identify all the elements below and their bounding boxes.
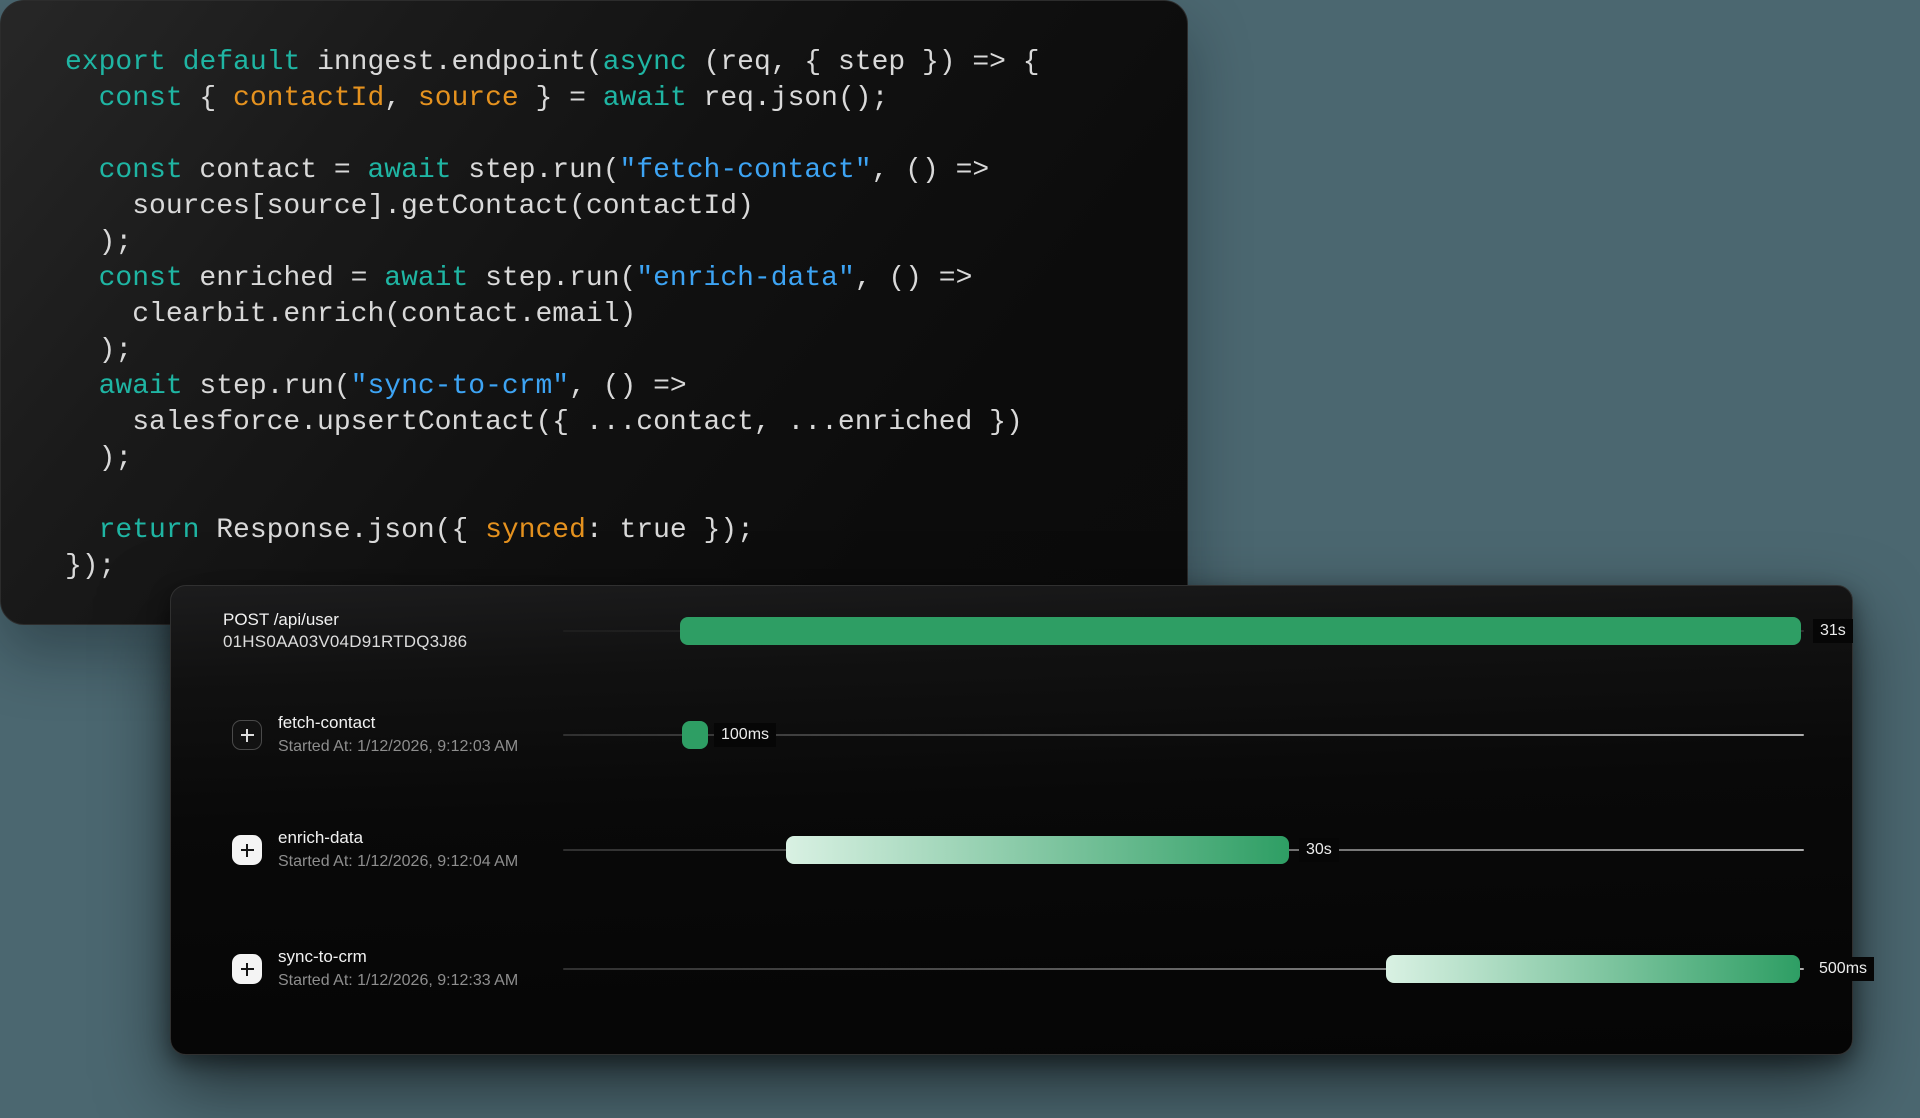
plus-icon [241,963,254,976]
code-line: const { contactId, source } = await req.… [65,81,1187,117]
page: export default inngest.endpoint(async (r… [0,0,1920,1118]
root-duration-label: 31s [1813,619,1853,643]
trace-timeline-panel: 31s POST /api/user 01HS0AA03V04D91RTDQ3J… [170,585,1853,1055]
step-duration-label: 100ms [714,723,776,747]
trace-root-row: 31s POST /api/user 01HS0AA03V04D91RTDQ3J… [171,591,1852,671]
run-id: 01HS0AA03V04D91RTDQ3J86 [223,631,467,653]
code-line: }); [65,549,1187,585]
plus-icon [241,844,254,857]
request-meta: POST /api/user 01HS0AA03V04D91RTDQ3J86 [223,609,467,653]
step-started-at: Started At: 1/12/2026, 9:12:33 AM [278,970,518,992]
step-meta: enrich-data Started At: 1/12/2026, 9:12:… [278,827,518,873]
expand-step-button[interactable] [232,954,262,984]
step-span-bar[interactable] [1386,955,1800,983]
code-line: ); [65,225,1187,261]
code-line: salesforce.upsertContact({ ...contact, .… [65,405,1187,441]
trace-step-row: sync-to-crm Started At: 1/12/2026, 9:12:… [171,929,1852,1009]
step-started-at: Started At: 1/12/2026, 9:12:04 AM [278,851,518,873]
step-meta: fetch-contact Started At: 1/12/2026, 9:1… [278,712,518,758]
step-span-bar[interactable] [786,836,1289,864]
code-line: const enriched = await step.run("enrich-… [65,261,1187,297]
root-span-bar[interactable] [680,617,1801,645]
code-block: export default inngest.endpoint(async (r… [1,1,1187,585]
code-line: ); [65,441,1187,477]
trace-step-row: enrich-data Started At: 1/12/2026, 9:12:… [171,810,1852,890]
code-line: clearbit.enrich(contact.email) [65,297,1187,333]
trace-step-row: fetch-contact Started At: 1/12/2026, 9:1… [171,695,1852,775]
expand-step-button[interactable] [232,835,262,865]
code-line: export default inngest.endpoint(async (r… [65,45,1187,81]
step-name: fetch-contact [278,712,518,734]
step-duration-label: 500ms [1812,957,1874,981]
code-line [65,477,1187,513]
step-name: sync-to-crm [278,946,518,968]
step-span-bar[interactable] [682,721,708,749]
code-line: sources[source].getContact(contactId) [65,189,1187,225]
step-meta: sync-to-crm Started At: 1/12/2026, 9:12:… [278,946,518,992]
code-line: ); [65,333,1187,369]
step-duration-label: 30s [1299,838,1339,862]
code-line: const contact = await step.run("fetch-co… [65,153,1187,189]
step-started-at: Started At: 1/12/2026, 9:12:03 AM [278,736,518,758]
code-editor-panel: export default inngest.endpoint(async (r… [0,0,1188,625]
expand-step-button[interactable] [232,720,262,750]
request-method-path: POST /api/user [223,609,467,631]
plus-icon [241,729,254,742]
code-line: return Response.json({ synced: true }); [65,513,1187,549]
code-line: await step.run("sync-to-crm", () => [65,369,1187,405]
step-name: enrich-data [278,827,518,849]
code-line [65,117,1187,153]
